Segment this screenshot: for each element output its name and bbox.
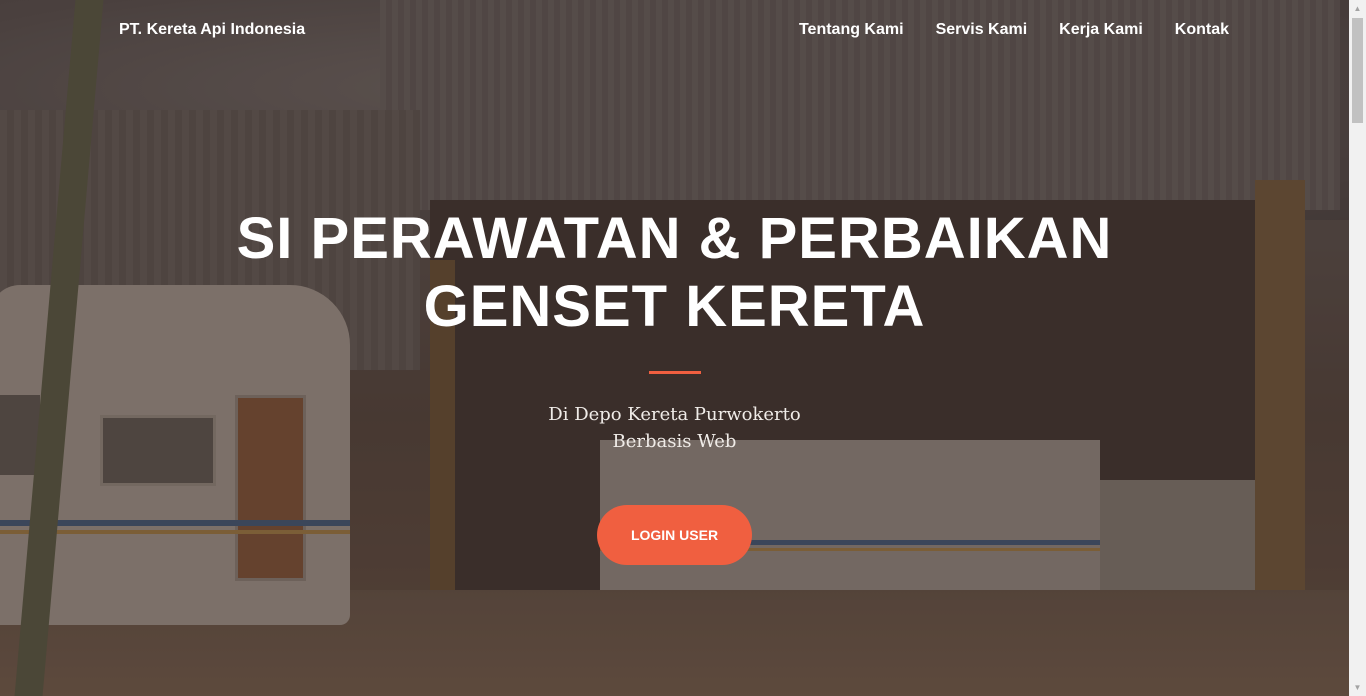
hero-divider — [648, 371, 701, 374]
nav-link-kerja-kami[interactable]: Kerja Kami — [1059, 21, 1143, 39]
hero-subtitle-line1: Di Depo Kereta Purwokerto — [548, 404, 801, 425]
hero-section: SI PERAWATAN & PERBAIKAN GENSET KERETA D… — [0, 205, 1349, 565]
nav-link-servis-kami[interactable]: Servis Kami — [936, 21, 1028, 39]
nav-link-kontak[interactable]: Kontak — [1175, 21, 1229, 39]
hero-subtitle-line2: Berbasis Web — [612, 431, 737, 452]
page-scrollbar[interactable]: ▲ ▼ — [1349, 0, 1366, 696]
brand-link[interactable]: PT. Kereta Api Indonesia — [119, 21, 305, 39]
hero-title: SI PERAWATAN & PERBAIKAN GENSET KERETA — [225, 205, 1125, 341]
nav-link-tentang-kami[interactable]: Tentang Kami — [799, 21, 904, 39]
login-user-button[interactable]: LOGIN USER — [597, 505, 752, 565]
scrollbar-thumb[interactable] — [1352, 18, 1363, 123]
hero-title-line1: SI PERAWATAN & PERBAIKAN — [236, 206, 1113, 271]
main-navigation: Tentang Kami Servis Kami Kerja Kami Kont… — [799, 21, 1229, 39]
scroll-up-arrow-icon[interactable]: ▲ — [1349, 0, 1366, 17]
hero-title-line2: GENSET KERETA — [423, 274, 926, 339]
scroll-down-arrow-icon[interactable]: ▼ — [1349, 679, 1366, 696]
hero-subtitle: Di Depo Kereta Purwokerto Berbasis Web — [0, 401, 1349, 455]
